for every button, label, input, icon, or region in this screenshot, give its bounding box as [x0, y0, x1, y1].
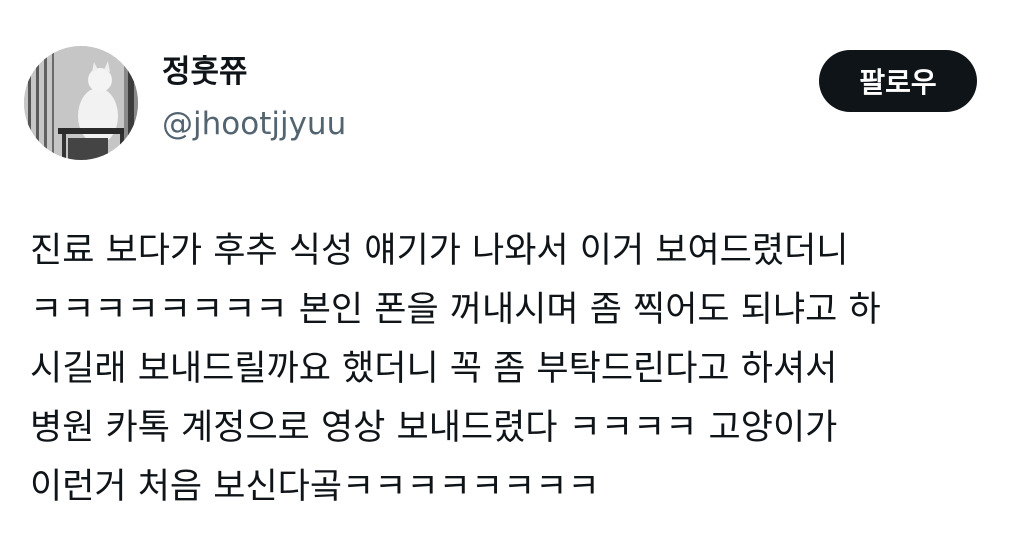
follow-button[interactable]: 팔로우: [819, 50, 977, 112]
tweet-text-line: 시길래 보내드릴까요 했더니 꼭 좀 부탁드린다고 하셔서: [30, 349, 838, 389]
user-handle[interactable]: @jhootjjyuu: [162, 104, 346, 144]
display-name[interactable]: 정훗쮸: [162, 52, 248, 92]
tweet-text-line: 병원 카톡 계정으로 영상 보내드렸다 ㅋㅋㅋㅋ 고양이가: [30, 408, 838, 448]
tweet-text-line: 이런거 처음 보신다곸ㅋㅋㅋㅋㅋㅋㅋㅋ: [30, 467, 600, 507]
avatar-photo: [24, 46, 138, 160]
tweet-text-line: ㅋㅋㅋㅋㅋㅋㅋㅋ 본인 폰을 꺼내시며 좀 찍어도 되냐고 하: [30, 290, 881, 330]
tweet-text: 진료 보다가 후추 식성 얘기가 나와서 이거 보여드렸더니 ㅋㅋㅋㅋㅋㅋㅋㅋ …: [30, 222, 990, 517]
tweet-card: 정훗쮸 @jhootjjyuu 팔로우 진료 보다가 후추 식성 얘기가 나와서…: [0, 0, 1024, 546]
avatar[interactable]: [24, 46, 138, 160]
tweet-text-line: 진료 보다가 후추 식성 얘기가 나와서 이거 보여드렸더니: [30, 231, 849, 271]
